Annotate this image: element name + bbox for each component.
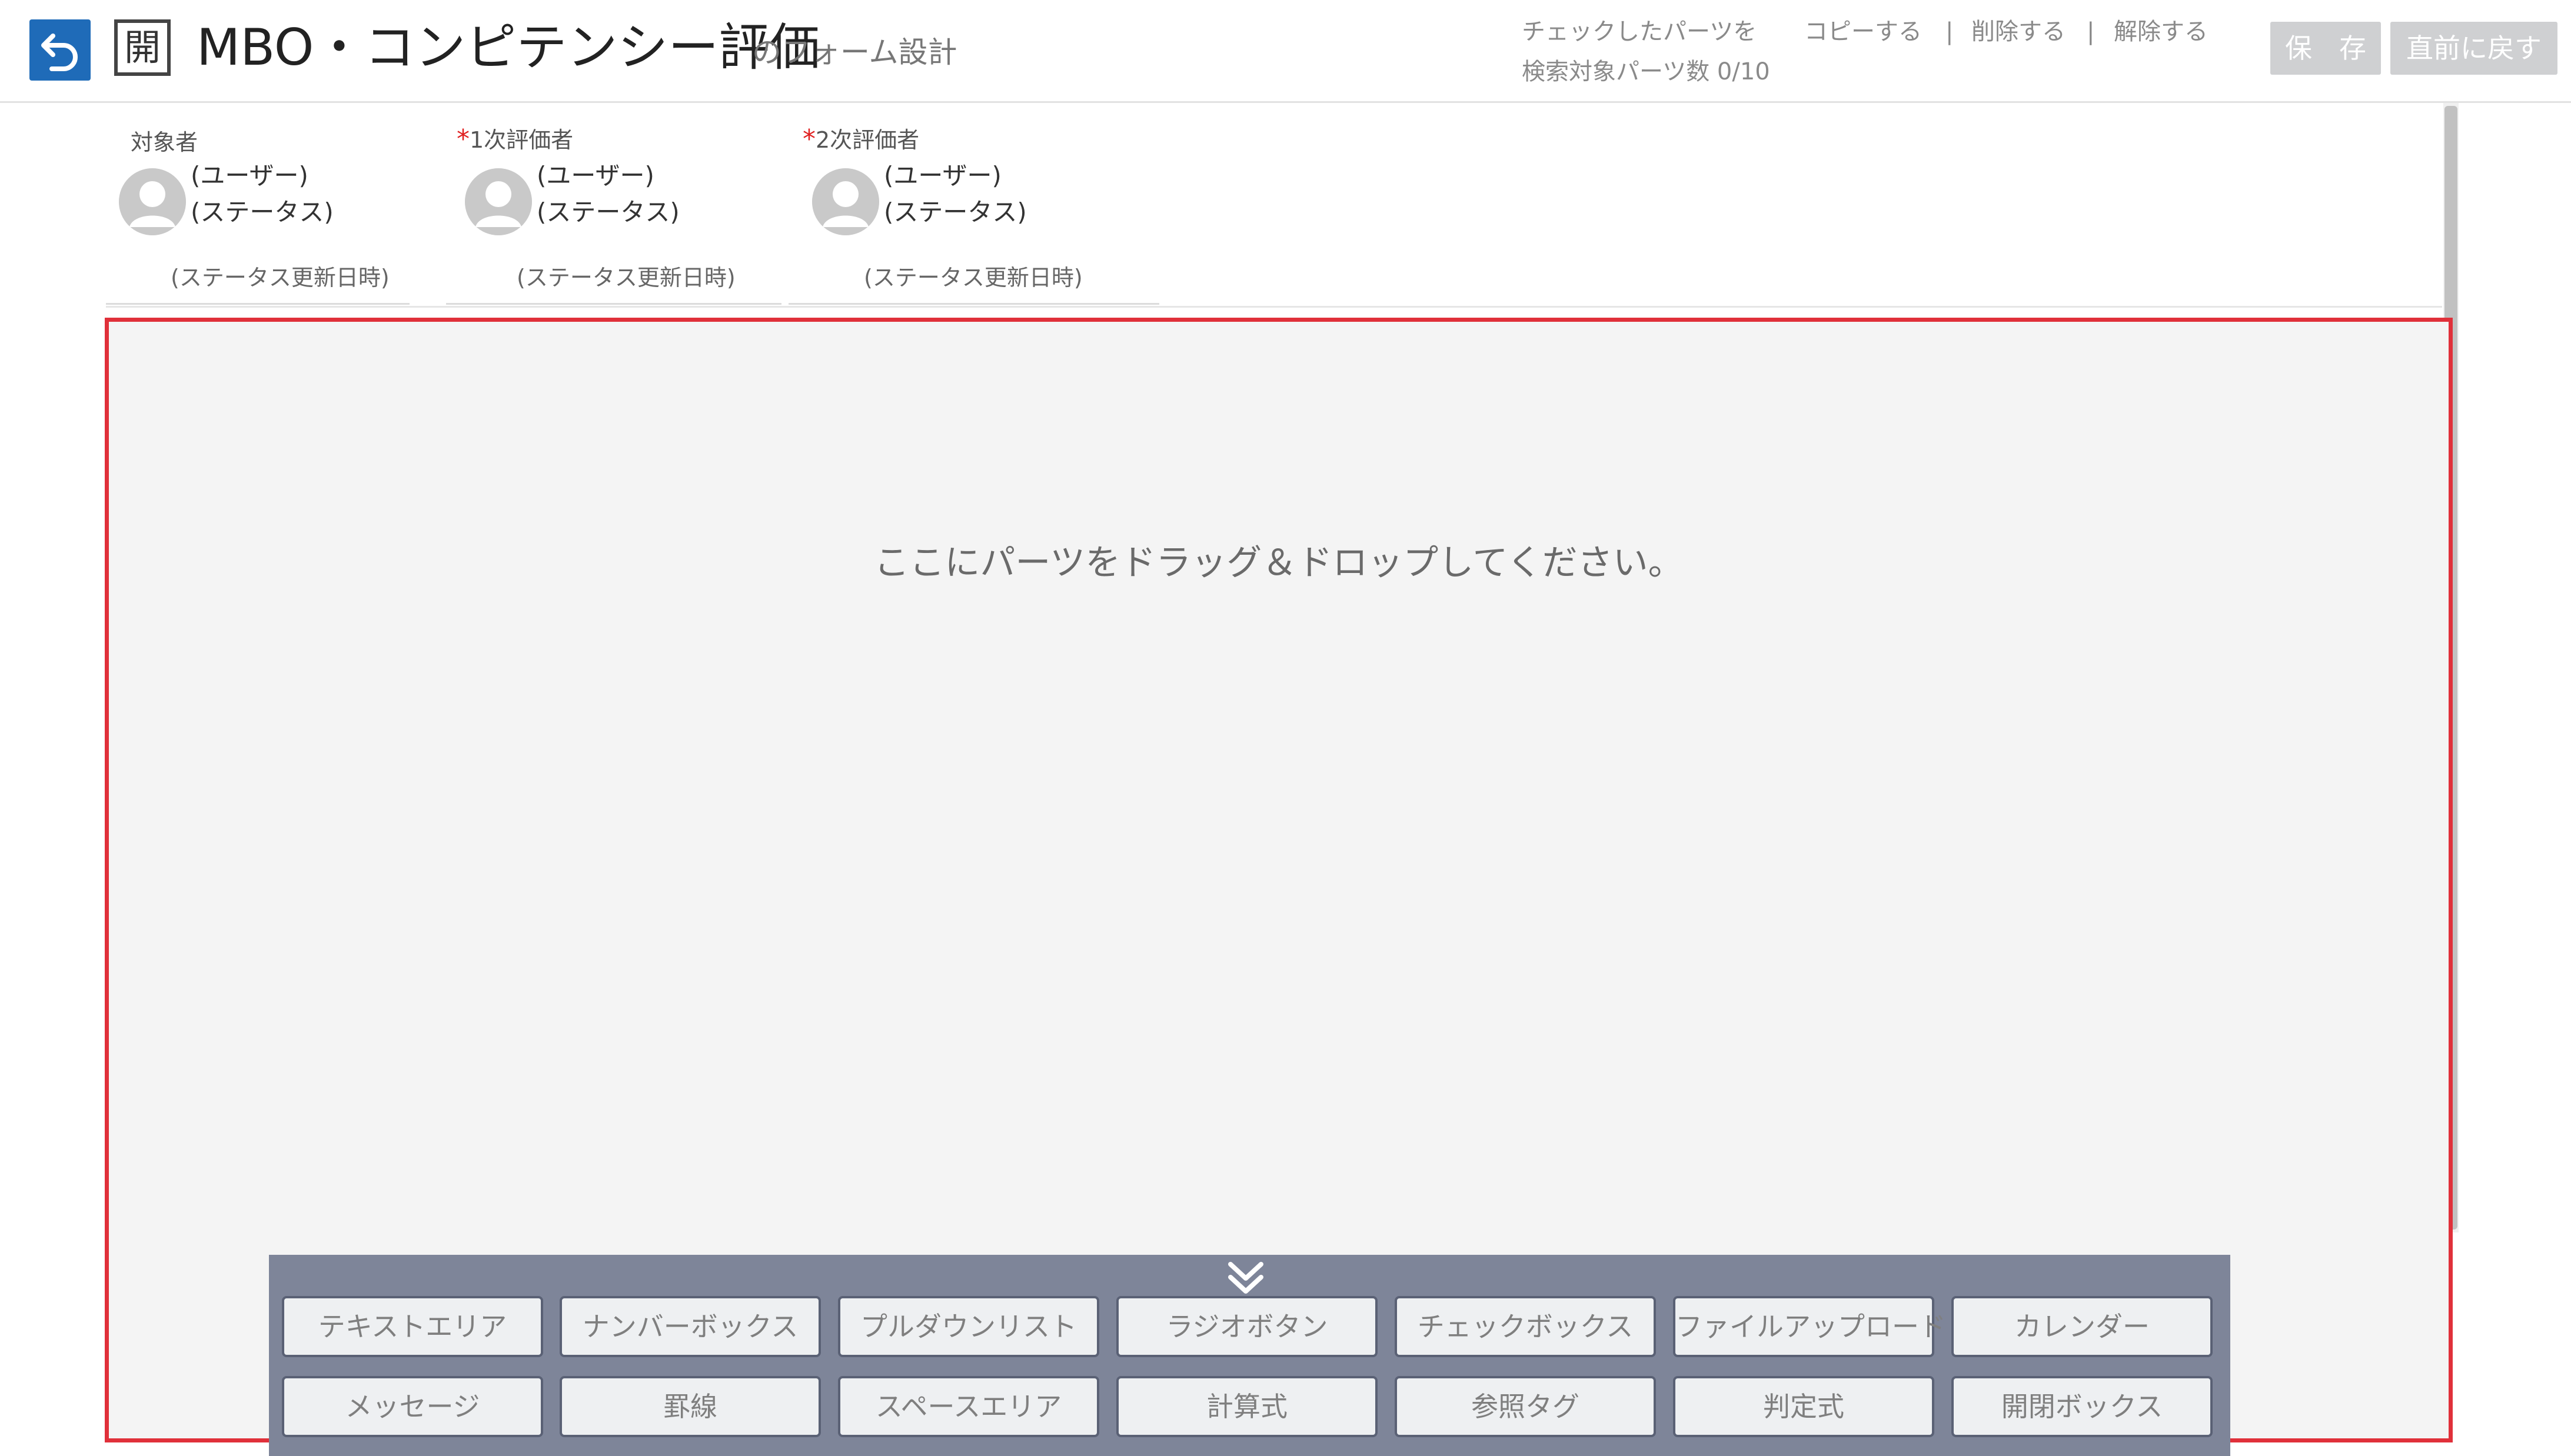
back-arrow-icon: [41, 34, 78, 71]
evaluator-status: (ステータス): [191, 198, 334, 226]
open-status-badge: 開: [114, 19, 171, 76]
evaluator-user: (ユーザー): [537, 161, 654, 190]
part-collapsible-box[interactable]: 開閉ボックス: [1951, 1376, 2213, 1437]
evaluator-divider: [789, 303, 1159, 305]
avatar: [812, 168, 879, 235]
drop-zone-message: ここにパーツをドラッグ＆ドロップしてください。: [874, 542, 1684, 584]
evaluator-user: (ユーザー): [884, 161, 1002, 190]
header-section-divider: [106, 306, 2442, 308]
evaluator-divider: [106, 303, 410, 305]
copy-link[interactable]: コピーする: [1804, 14, 1922, 49]
part-checkbox[interactable]: チェックボックス: [1395, 1296, 1656, 1357]
user-silhouette-icon: [119, 168, 186, 235]
part-space-area[interactable]: スペースエリア: [838, 1376, 1099, 1437]
evaluator-status-date: (ステータス更新日時): [517, 265, 736, 291]
user-silhouette-icon: [812, 168, 879, 235]
search-parts-count: 検索対象パーツ数 0/10: [1522, 58, 1770, 85]
release-link[interactable]: 解除する: [2114, 14, 2208, 49]
part-ruled-line[interactable]: 罫線: [560, 1376, 821, 1437]
part-message[interactable]: メッセージ: [282, 1376, 543, 1437]
page-subtitle: のフォーム設計: [752, 35, 957, 69]
link-separator: |: [2087, 18, 2095, 45]
evaluator-status-date: (ステータス更新日時): [864, 265, 1083, 291]
required-mark: *: [803, 124, 816, 154]
evaluator-label-first: *1次評価者: [457, 125, 573, 155]
parts-palette: テキストエリア ナンバーボックス プルダウンリスト ラジオボタン チェックボック…: [269, 1255, 2230, 1456]
part-dropdown-list[interactable]: プルダウンリスト: [838, 1296, 1099, 1357]
evaluator-label-target: 対象者: [131, 127, 198, 157]
part-file-upload[interactable]: ファイルアップロード: [1673, 1296, 1946, 1357]
evaluator-status: (ステータス): [537, 198, 680, 226]
revert-button[interactable]: 直前に戻す: [2390, 22, 2557, 75]
evaluator-user: (ユーザー): [191, 161, 308, 190]
part-number-box[interactable]: ナンバーボックス: [560, 1296, 821, 1357]
double-chevron-down-icon: [1228, 1262, 1263, 1294]
part-judgment-formula[interactable]: 判定式: [1673, 1376, 1934, 1437]
part-formula[interactable]: 計算式: [1116, 1376, 1378, 1437]
user-silhouette-icon: [465, 168, 532, 235]
evaluator-label-text: 2次評価者: [816, 127, 920, 153]
palette-collapse-button[interactable]: [1222, 1258, 1269, 1300]
delete-link[interactable]: 削除する: [1971, 14, 2066, 49]
link-separator: |: [1945, 18, 1954, 45]
part-calendar[interactable]: カレンダー: [1951, 1296, 2213, 1357]
required-mark: *: [457, 124, 470, 154]
evaluator-label-text: 対象者: [131, 129, 198, 155]
save-button[interactable]: 保 存: [2270, 22, 2381, 75]
evaluator-status-date: (ステータス更新日時): [171, 265, 390, 291]
header-bar: 開 MBO・コンピテンシー評価 のフォーム設計 チェックしたパーツを コピーする…: [0, 0, 2571, 103]
evaluator-label-second: *2次評価者: [803, 125, 919, 155]
evaluator-label-text: 1次評価者: [470, 127, 574, 153]
part-reference-tag[interactable]: 参照タグ: [1395, 1376, 1656, 1437]
part-radio-button[interactable]: ラジオボタン: [1116, 1296, 1378, 1357]
avatar: [465, 168, 532, 235]
part-text-area[interactable]: テキストエリア: [282, 1296, 543, 1357]
evaluator-divider: [446, 303, 781, 305]
back-button[interactable]: [29, 19, 91, 81]
evaluator-status: (ステータス): [884, 198, 1027, 226]
avatar: [119, 168, 186, 235]
checked-parts-label: チェックしたパーツを: [1522, 18, 1757, 45]
page-title: MBO・コンピテンシー評価: [197, 18, 820, 77]
